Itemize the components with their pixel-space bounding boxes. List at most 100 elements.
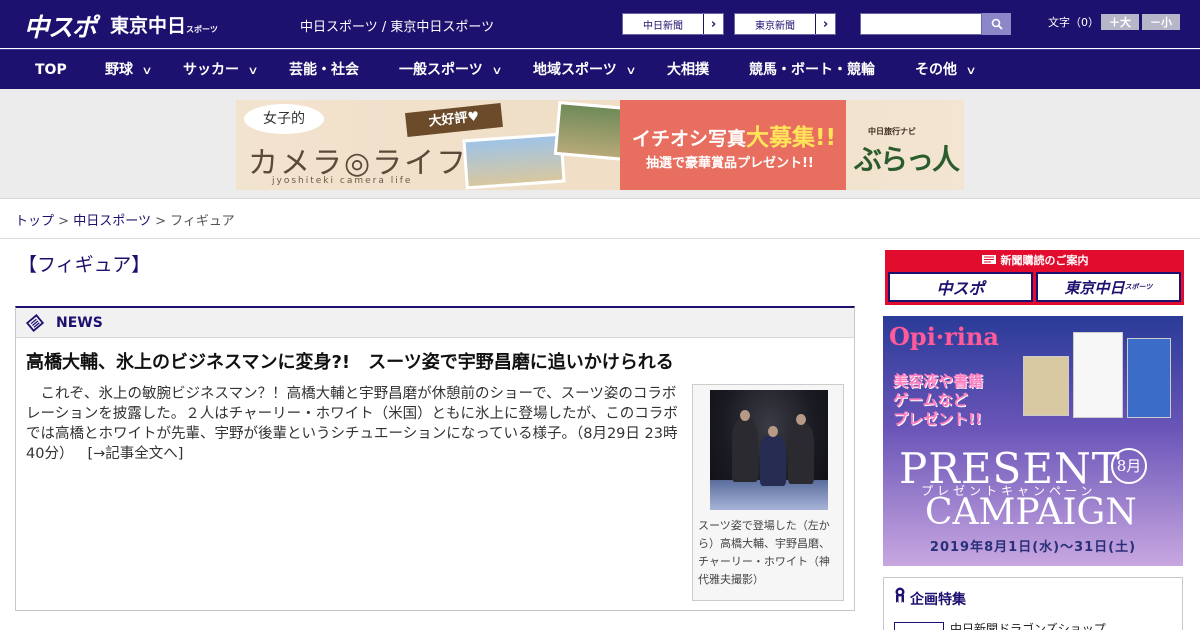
chevron-down-icon: ∨: [141, 64, 153, 77]
nav-general-sports[interactable]: 一般スポーツ ∨: [399, 50, 503, 90]
main-nav: TOP 野球 ∨ サッカー ∨ 芸能・社会 一般スポーツ ∨ 地域スポーツ ∨ 大相撲 …: [0, 49, 1200, 89]
subscription-box: 新聞購読のご案内 中スポ 東京中日 スポーツ: [885, 250, 1184, 305]
search-button[interactable]: [982, 13, 1011, 35]
subscribe-chuspo-button[interactable]: 中スポ: [888, 272, 1033, 302]
banner-headline-pre: イチオシ写真: [632, 128, 747, 150]
breadcrumb-separator: >: [58, 214, 70, 229]
banner-headline: イチオシ写真大募集!!: [632, 118, 836, 152]
newspaper-icon: [26, 314, 44, 332]
font-smaller-button[interactable]: －小: [1142, 14, 1180, 30]
skater-figure: [788, 424, 814, 484]
nav-other[interactable]: その他 ∨: [915, 50, 977, 90]
search-input[interactable]: [860, 13, 982, 35]
banner-bubble: 女子的: [244, 104, 324, 134]
news-header: NEWS: [16, 308, 854, 338]
ad-product-images: [1023, 326, 1173, 432]
skater-figure: [732, 420, 758, 482]
chevron-right-icon: ›: [703, 14, 723, 34]
top-header: 中スポ 東京中日スポーツ 中日スポーツ / 東京中日スポーツ 中日新聞 › 東京…: [0, 0, 1200, 48]
camera-life-banner[interactable]: 女子的 カメラ◎ライフ jyoshiteki camera life 大好評♥ …: [236, 100, 964, 190]
nav-sumo[interactable]: 大相撲: [667, 50, 709, 90]
subscription-title-text: 新聞購読のご案内: [1000, 254, 1089, 267]
divider: [0, 238, 1200, 239]
breadcrumb-current: フィギュア: [170, 214, 235, 229]
banner-photo: [462, 132, 566, 190]
chevron-right-icon: ›: [815, 14, 835, 34]
subscribe-tokyo-label: 東京中日: [1064, 278, 1125, 297]
feature-thumbnail[interactable]: [894, 622, 944, 630]
nav-label: 野球: [105, 62, 133, 78]
banner-promo-panel: イチオシ写真大募集!! 抽選で豪華賞品プレゼント!!: [620, 100, 846, 190]
article-headline[interactable]: 高橋大輔、氷上のビジネスマンに変身?! スーツ姿で宇野昌磨に追いかけられる: [26, 348, 674, 374]
breadcrumb-top[interactable]: トップ: [15, 214, 54, 229]
nav-soccer[interactable]: サッカー ∨: [183, 50, 259, 90]
nav-label: 一般スポーツ: [399, 62, 483, 78]
nav-label: 大相撲: [667, 62, 709, 78]
nav-label: 競馬・ボート・競輪: [749, 62, 875, 78]
banner-ribbon: 大好評♥: [405, 103, 503, 137]
news-box: NEWS 高橋大輔、氷上のビジネスマンに変身?! スーツ姿で宇野昌磨に追いかけら…: [15, 306, 855, 611]
news-label: NEWS: [56, 315, 103, 331]
nav-top[interactable]: TOP: [35, 50, 67, 90]
search-icon: [991, 18, 1003, 30]
product-box: [1023, 356, 1069, 416]
feature-box: 企画特集 中日新聞ドラゴンズショップ: [883, 577, 1183, 630]
font-size-label: 文字（0）: [1048, 16, 1099, 29]
skater-head: [796, 414, 806, 425]
nav-baseball[interactable]: 野球 ∨: [105, 50, 153, 90]
feature-title: 企画特集: [910, 592, 966, 608]
skater-figure: [760, 436, 786, 486]
chevron-down-icon: ∨: [965, 64, 977, 77]
banner-photo: [553, 100, 631, 162]
chevron-down-icon: ∨: [247, 64, 259, 77]
subscribe-tokyo-button[interactable]: 東京中日 スポーツ: [1036, 272, 1181, 302]
ad-month-badge: 8月: [1111, 448, 1147, 484]
skater-head: [740, 410, 750, 421]
nav-label: サッカー: [183, 62, 239, 78]
ad-dates: 2019年8月1日(水)〜31日(土): [929, 540, 1137, 555]
sponsor-logo: ぶらっ人: [854, 143, 960, 176]
chunichi-shimbun-label: 中日新聞: [643, 20, 683, 32]
article-photo[interactable]: [710, 390, 828, 510]
chevron-down-icon: ∨: [491, 64, 503, 77]
tokyo-logo-text: 東京中日: [110, 15, 187, 37]
tokyo-logo-suffix: スポーツ: [186, 25, 218, 34]
feature-item-link[interactable]: 中日新聞ドラゴンズショップ: [950, 620, 1106, 630]
nav-label: 地域スポーツ: [533, 62, 617, 78]
nav-label: その他: [915, 62, 957, 78]
ad-brand: Opi·rina: [889, 322, 999, 351]
nav-label: 芸能・社会: [289, 62, 359, 78]
banner-romaji: jyoshiteki camera life: [272, 176, 413, 186]
present-campaign-ad[interactable]: Opi·rina 美容液や書籍 ゲームなど プレゼント!! PRESENT 8月…: [883, 316, 1183, 566]
breadcrumb-separator: >: [155, 214, 166, 229]
nav-label: TOP: [35, 62, 67, 78]
subscription-title: 新聞購読のご案内: [885, 252, 1184, 268]
banner-headline-em: 大募集!!: [746, 125, 836, 151]
page-title: 【フィギュア】: [18, 254, 151, 276]
ad-pink-text: 美容液や書籍 ゲームなど プレゼント!!: [893, 372, 984, 428]
chuspo-logo[interactable]: 中スポ: [24, 8, 97, 44]
nav-entertainment[interactable]: 芸能・社会: [289, 50, 359, 90]
breadcrumb: トップ > 中日スポーツ > フィギュア: [15, 210, 235, 229]
tokyo-shimbun-link[interactable]: 東京新聞 ›: [734, 13, 836, 35]
skater-head: [768, 426, 778, 437]
subscribe-tokyo-suffix: スポーツ: [1124, 283, 1153, 291]
tokyo-chunichi-logo[interactable]: 東京中日スポーツ: [110, 11, 218, 38]
tokyo-shimbun-label: 東京新聞: [755, 20, 795, 32]
banner-sub: 抽選で豪華賞品プレゼント!!: [646, 156, 814, 171]
article-figure: スーツ姿で登場した（左から）高橋大輔、宇野昌磨、チャーリー・ホワイト（神代雅夫撮…: [692, 384, 844, 601]
breadcrumb-chunichi-sports[interactable]: 中日スポーツ: [73, 214, 151, 229]
photo-caption: スーツ姿で登場した（左から）高橋大輔、宇野昌磨、チャーリー・ホワイト（神代雅夫撮…: [698, 519, 830, 586]
ticket-icon: [980, 254, 997, 265]
chunichi-shimbun-link[interactable]: 中日新聞 ›: [622, 13, 724, 35]
nav-regional-sports[interactable]: 地域スポーツ ∨: [533, 50, 637, 90]
nav-racing[interactable]: 競馬・ボート・競輪: [749, 50, 875, 90]
font-larger-button[interactable]: ＋大: [1101, 14, 1139, 30]
ribbon-icon: [895, 587, 905, 603]
read-more-link[interactable]: [→記事全文へ]: [87, 446, 183, 462]
chevron-down-icon: ∨: [625, 64, 637, 77]
sponsor-caption: 中日旅行ナビ: [868, 127, 916, 136]
ad-campaign: CAMPAIGN: [925, 492, 1137, 533]
book-cover: [1073, 332, 1123, 418]
article-summary: これぞ、氷上の敏腕ビジネスマン？！高橋大輔と宇野昌磨が休憩前のショーで、スーツ姿…: [26, 384, 684, 464]
